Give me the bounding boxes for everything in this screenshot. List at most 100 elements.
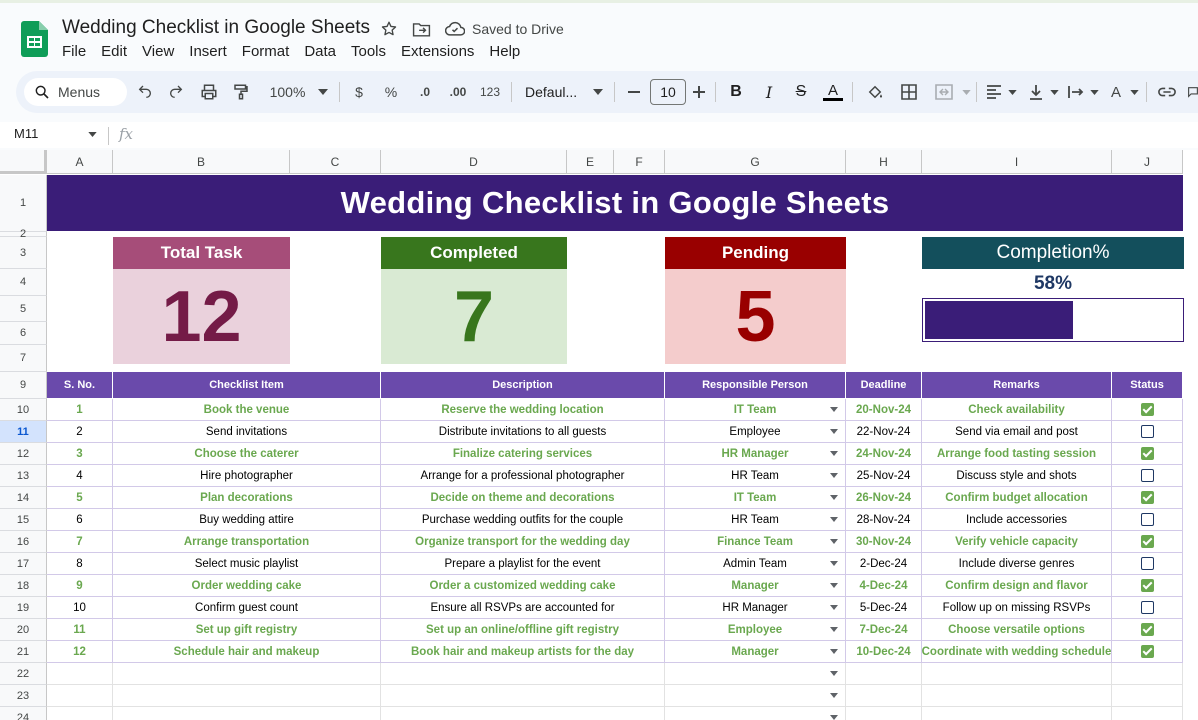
menu-edit[interactable]: Edit: [101, 43, 127, 60]
column-header-g[interactable]: G: [665, 150, 846, 174]
dropdown-chevron-down-icon[interactable]: [830, 539, 838, 544]
row-header-11[interactable]: 11: [0, 421, 47, 443]
empty-cell[interactable]: [665, 707, 846, 720]
increase-font-size-icon[interactable]: [691, 80, 707, 104]
deadline-cell[interactable]: 28-Nov-24: [846, 509, 922, 531]
column-header-d[interactable]: D: [381, 150, 567, 174]
row-header-9[interactable]: 9: [0, 372, 47, 399]
column-header-e[interactable]: E: [567, 150, 614, 174]
empty-cell[interactable]: [113, 685, 381, 707]
dropdown-chevron-down-icon[interactable]: [830, 495, 838, 500]
name-box-chevron-down-icon[interactable]: [86, 129, 98, 139]
row-header-21[interactable]: 21: [0, 641, 47, 663]
empty-cell[interactable]: [665, 663, 846, 685]
status-cell[interactable]: [1112, 597, 1183, 619]
status-cell[interactable]: [1112, 575, 1183, 597]
dropdown-chevron-down-icon[interactable]: [830, 407, 838, 412]
responsible-person-cell[interactable]: Finance Team: [665, 531, 846, 553]
menu-data[interactable]: Data: [304, 43, 336, 60]
empty-cell[interactable]: [1112, 707, 1183, 720]
status-checkbox[interactable]: [1140, 645, 1154, 658]
row-header-14[interactable]: 14: [0, 487, 47, 509]
fill-color-icon[interactable]: [864, 80, 886, 104]
menu-view[interactable]: View: [142, 43, 174, 60]
status-checkbox[interactable]: [1140, 425, 1154, 438]
description-cell[interactable]: Purchase wedding outfits for the couple: [381, 509, 665, 531]
dropdown-chevron-down-icon[interactable]: [830, 671, 838, 676]
row-header-4[interactable]: 4: [0, 269, 47, 296]
sno-cell[interactable]: 4: [47, 465, 113, 487]
text-rotation-icon[interactable]: A: [1106, 80, 1126, 104]
deadline-cell[interactable]: 30-Nov-24: [846, 531, 922, 553]
insert-comment-icon[interactable]: [1188, 80, 1198, 104]
column-header-i[interactable]: I: [922, 150, 1112, 174]
description-cell[interactable]: Ensure all RSVPs are accounted for: [381, 597, 665, 619]
column-header-f[interactable]: F: [614, 150, 665, 174]
sno-cell[interactable]: 11: [47, 619, 113, 641]
row-header-16[interactable]: 16: [0, 531, 47, 553]
deadline-cell[interactable]: 26-Nov-24: [846, 487, 922, 509]
dropdown-chevron-down-icon[interactable]: [830, 715, 838, 720]
status-checkbox[interactable]: [1140, 491, 1154, 504]
sheets-logo-icon[interactable]: [21, 21, 48, 57]
checklist-item-cell[interactable]: Send invitations: [113, 421, 381, 443]
zoom-select[interactable]: 100%: [265, 80, 310, 104]
dropdown-chevron-down-icon[interactable]: [830, 451, 838, 456]
row-header-5[interactable]: 5: [0, 296, 47, 322]
deadline-cell[interactable]: 5-Dec-24: [846, 597, 922, 619]
merge-chevron-down-icon[interactable]: [960, 80, 972, 104]
status-cell[interactable]: [1112, 641, 1183, 663]
empty-cell[interactable]: [1112, 685, 1183, 707]
deadline-cell[interactable]: 25-Nov-24: [846, 465, 922, 487]
description-cell[interactable]: Book hair and makeup artists for the day: [381, 641, 665, 663]
checklist-item-cell[interactable]: Set up gift registry: [113, 619, 381, 641]
decrease-font-size-icon[interactable]: [626, 80, 642, 104]
merge-cells-icon[interactable]: [932, 80, 956, 104]
empty-cell[interactable]: [113, 663, 381, 685]
print-icon[interactable]: [198, 80, 220, 104]
column-header-c[interactable]: C: [290, 150, 381, 174]
status-cell[interactable]: [1112, 487, 1183, 509]
responsible-person-cell[interactable]: Admin Team: [665, 553, 846, 575]
empty-cell[interactable]: [846, 707, 922, 720]
empty-cell[interactable]: [846, 685, 922, 707]
sno-cell[interactable]: 9: [47, 575, 113, 597]
empty-cell[interactable]: [922, 663, 1112, 685]
name-box[interactable]: M11: [14, 126, 38, 141]
description-cell[interactable]: Decide on theme and decorations: [381, 487, 665, 509]
checklist-item-cell[interactable]: Book the venue: [113, 399, 381, 421]
deadline-cell[interactable]: 22-Nov-24: [846, 421, 922, 443]
paint-format-icon[interactable]: [230, 80, 252, 104]
description-cell[interactable]: Set up an online/offline gift registry: [381, 619, 665, 641]
menu-help[interactable]: Help: [489, 43, 520, 60]
remarks-cell[interactable]: Include diverse genres: [922, 553, 1112, 575]
status-checkbox[interactable]: [1140, 403, 1154, 416]
column-header-j[interactable]: J: [1112, 150, 1183, 174]
rotation-chevron-down-icon[interactable]: [1128, 80, 1140, 104]
checklist-item-cell[interactable]: Plan decorations: [113, 487, 381, 509]
dropdown-chevron-down-icon[interactable]: [830, 627, 838, 632]
description-cell[interactable]: Distribute invitations to all guests: [381, 421, 665, 443]
dropdown-chevron-down-icon[interactable]: [830, 561, 838, 566]
redo-icon[interactable]: [166, 80, 186, 104]
checklist-item-cell[interactable]: Hire photographer: [113, 465, 381, 487]
checklist-item-cell[interactable]: Order wedding cake: [113, 575, 381, 597]
row-header-10[interactable]: 10: [0, 399, 47, 421]
deadline-cell[interactable]: 20-Nov-24: [846, 399, 922, 421]
select-all-corner[interactable]: [0, 150, 47, 174]
sno-cell[interactable]: 12: [47, 641, 113, 663]
wrap-chevron-down-icon[interactable]: [1088, 80, 1100, 104]
sno-cell[interactable]: 8: [47, 553, 113, 575]
borders-icon[interactable]: [898, 80, 920, 104]
dropdown-chevron-down-icon[interactable]: [830, 649, 838, 654]
checklist-item-cell[interactable]: Choose the caterer: [113, 443, 381, 465]
description-cell[interactable]: Arrange for a professional photographer: [381, 465, 665, 487]
description-cell[interactable]: Finalize catering services: [381, 443, 665, 465]
sno-cell[interactable]: 3: [47, 443, 113, 465]
sno-cell[interactable]: 7: [47, 531, 113, 553]
remarks-cell[interactable]: Check availability: [922, 399, 1112, 421]
align-chevron-down-icon[interactable]: [1006, 80, 1018, 104]
column-header-b[interactable]: B: [113, 150, 290, 174]
row-header-15[interactable]: 15: [0, 509, 47, 531]
decrease-decimal-button[interactable]: .0: [413, 80, 437, 104]
